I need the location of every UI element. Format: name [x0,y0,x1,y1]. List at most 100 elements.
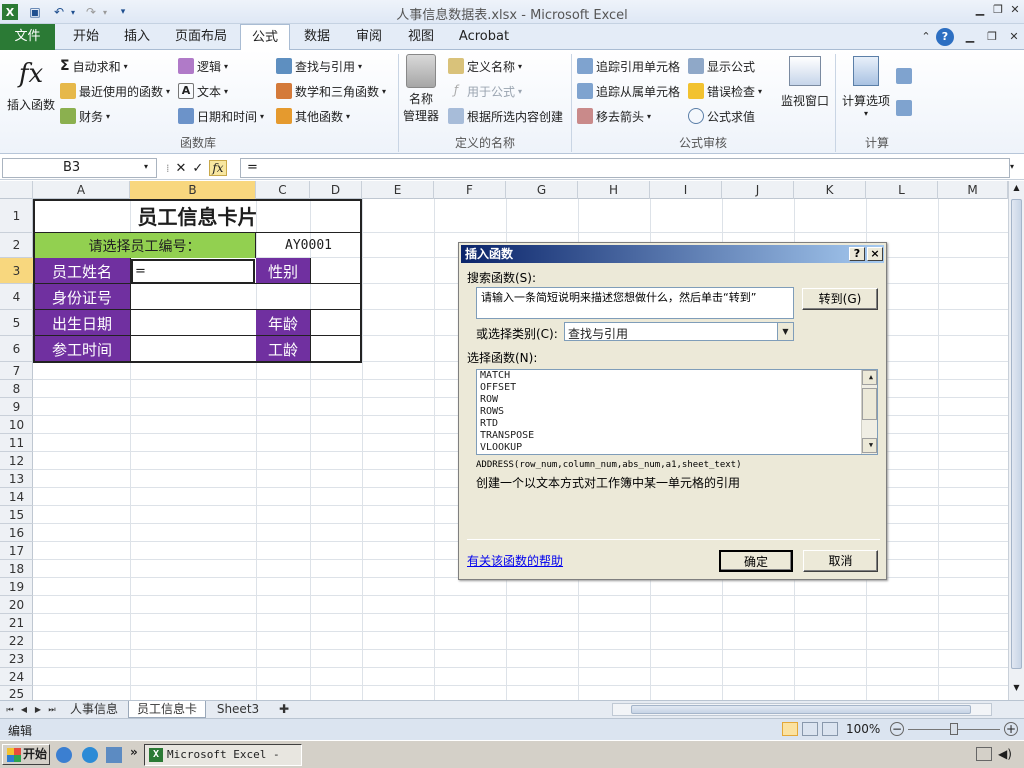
row-header[interactable]: 18 [0,560,33,578]
tab-review[interactable]: 审阅 [346,24,392,50]
row-header[interactable]: 19 [0,578,33,596]
tab-page-layout[interactable]: 页面布局 [166,24,236,50]
workbook-close-icon[interactable]: ✕ [1006,29,1022,45]
row-header[interactable]: 17 [0,542,33,560]
row-header[interactable]: 6 [0,336,33,362]
row-header[interactable]: 14 [0,488,33,506]
page-layout-view-icon[interactable] [802,722,818,736]
math-button[interactable]: 数学和三角函数 ▾ [276,81,386,101]
column-header-h[interactable]: H [578,181,650,199]
list-item[interactable]: ROWS [477,406,877,418]
chevron-down-icon[interactable]: ▼ [777,323,793,340]
insert-function-button[interactable]: fx 插入函数 [6,54,56,130]
zoom-out-icon[interactable]: − [890,722,904,736]
row-header[interactable]: 12 [0,452,33,470]
close-window-icon[interactable]: ✕ [1007,2,1023,18]
row-header[interactable]: 11 [0,434,33,452]
tab-view[interactable]: 视图 [398,24,444,50]
logic-button[interactable]: 逻辑 ▾ [178,56,228,76]
row-header[interactable]: 7 [0,362,33,380]
ok-button[interactable]: 确定 [719,550,793,572]
column-header-m[interactable]: M [938,181,1008,199]
row-header[interactable]: 8 [0,380,33,398]
first-sheet-icon[interactable]: ⏮ [4,701,16,718]
name-manager-button[interactable]: 名称 管理器 [402,54,440,130]
scroll-thumb[interactable] [1011,199,1022,669]
cancel-button[interactable]: 取消 [803,550,878,572]
row-header[interactable]: 16 [0,524,33,542]
row-header[interactable]: 22 [0,632,33,650]
speaker-icon[interactable]: ◀) [998,747,1012,761]
trace-dependents-button[interactable]: 追踪从属单元格 [577,81,680,101]
row-header[interactable]: 20 [0,596,33,614]
list-scroll-thumb[interactable] [862,388,877,420]
column-header-g[interactable]: G [506,181,578,199]
employee-id-cell[interactable]: AY0001 [255,233,361,258]
id-number-label[interactable]: 身份证号 [34,284,130,310]
list-item[interactable]: RTD [477,418,877,430]
category-select[interactable]: 查找与引用 ▼ [564,322,794,341]
create-from-selection-button[interactable]: 根据所选内容创建 [448,106,563,126]
row-header[interactable]: 23 [0,650,33,668]
error-check-button[interactable]: 错误检查 ▾ [688,81,762,101]
calc-options-button[interactable]: 计算选项 ▾ [840,56,892,130]
column-header-l[interactable]: L [866,181,938,199]
name-box-dropdown-icon[interactable]: ▾ [144,162,148,171]
tab-data[interactable]: 数据 [294,24,340,50]
age-label[interactable]: 年龄 [256,310,310,336]
row-header[interactable]: 9 [0,398,33,416]
tab-insert[interactable]: 插入 [114,24,160,50]
sheet-tab-employee-card[interactable]: 员工信息卡 [128,701,206,718]
autosum-button[interactable]: Σ 自动求和 ▾ [60,56,128,76]
workbook-restore-icon[interactable]: ❐ [984,29,1000,45]
row-header[interactable]: 4 [0,284,33,310]
calc-now-icon[interactable] [896,68,912,84]
help-link[interactable]: 有关该函数的帮助 [467,552,563,569]
keyboard-icon[interactable] [976,747,992,761]
scroll-down-icon[interactable]: ▼ [862,438,877,453]
finance-button[interactable]: 财务 ▾ [60,106,110,126]
restore-icon[interactable]: ❐ [990,2,1006,18]
vertical-scrollbar[interactable]: ▲ ▼ [1008,181,1024,700]
search-function-input[interactable]: 请输入一条简短说明来描述您想做什么，然后单击“转到” [476,287,794,319]
help-icon[interactable]: ? [936,28,954,46]
ie-icon[interactable] [82,747,98,763]
select-employee-label[interactable]: 请选择员工编号： [34,233,255,258]
insert-function-fx-icon[interactable]: fx [209,160,227,176]
minimize-icon[interactable]: ▁ [972,2,988,18]
lookup-button[interactable]: 查找与引用 ▾ [276,56,362,76]
column-header-b[interactable]: B [130,181,256,199]
calc-sheet-icon[interactable] [896,100,912,116]
column-header-k[interactable]: K [794,181,866,199]
list-scrollbar[interactable]: ▲ ▼ [861,370,877,454]
tab-file[interactable]: 文件 [0,24,55,50]
name-box[interactable]: B3 [2,158,157,178]
column-header-d[interactable]: D [310,181,362,199]
row-header[interactable]: 15 [0,506,33,524]
list-item[interactable]: TRANSPOSE [477,430,877,442]
row-header[interactable]: 5 [0,310,33,336]
use-in-formula-button[interactable]: ƒ 用于公式 ▾ [448,81,522,101]
row-header[interactable]: 21 [0,614,33,632]
page-break-view-icon[interactable] [822,722,838,736]
watch-window-button[interactable]: 监视窗口 [778,56,832,130]
column-header-c[interactable]: C [256,181,310,199]
define-name-button[interactable]: 定义名称 ▾ [448,56,522,76]
scroll-down-icon[interactable]: ▼ [1010,683,1023,696]
column-header-e[interactable]: E [362,181,434,199]
zoom-level[interactable]: 100% [846,722,880,736]
last-sheet-icon[interactable]: ⏭ [46,701,58,718]
list-item[interactable]: VLOOKUP [477,442,877,454]
tab-home[interactable]: 开始 [62,24,110,50]
list-item[interactable]: ROW [477,394,877,406]
collapse-ribbon-icon[interactable]: ⌃ [918,29,934,45]
cancel-icon[interactable]: ✕ [176,161,187,176]
column-header-a[interactable]: A [33,181,130,199]
column-header-j[interactable]: J [722,181,794,199]
card-title[interactable]: 员工信息卡片 [34,199,361,233]
row-header[interactable]: 1 [0,199,33,233]
zoom-in-icon[interactable]: + [1004,722,1018,736]
join-date-label[interactable]: 参工时间 [34,336,130,362]
media-icon[interactable] [106,747,122,763]
row-header[interactable]: 24 [0,668,33,686]
